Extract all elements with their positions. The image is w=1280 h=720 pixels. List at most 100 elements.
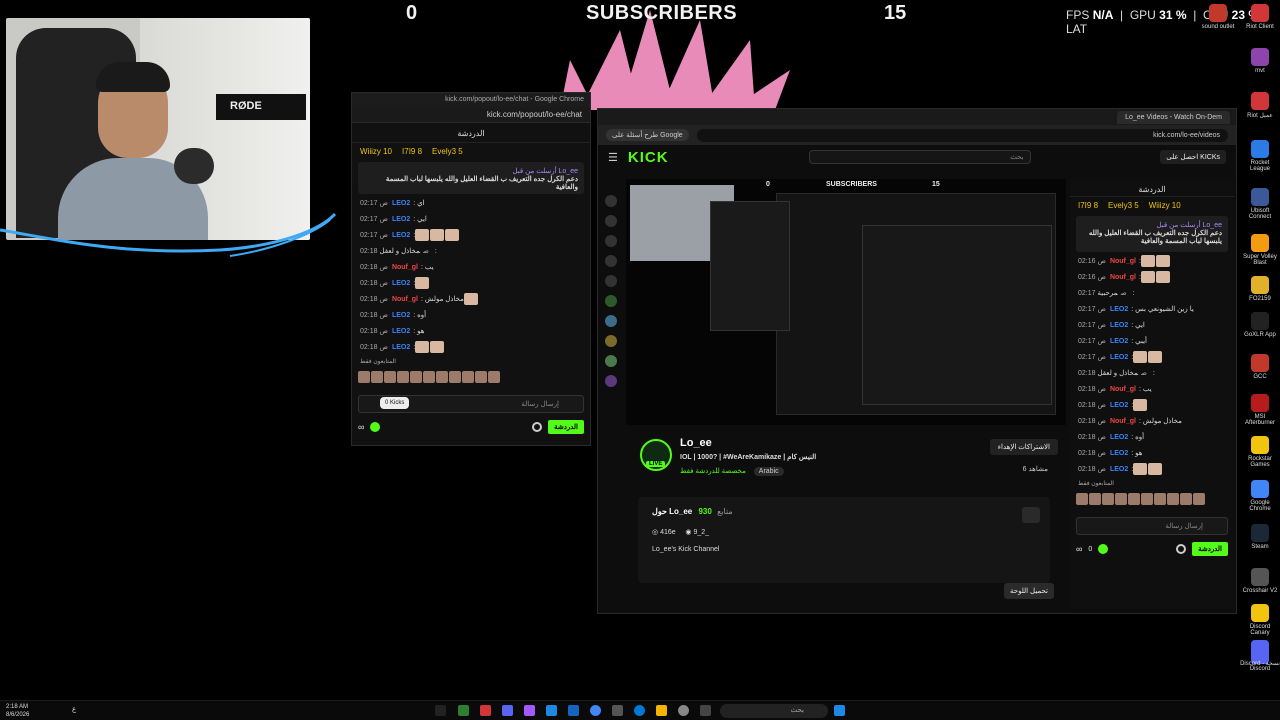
app-icon[interactable] bbox=[458, 705, 469, 716]
desktop-icon[interactable]: FO2159 bbox=[1240, 276, 1280, 302]
emote-bar[interactable] bbox=[1070, 489, 1234, 513]
streamer-name[interactable]: Lo_ee bbox=[680, 437, 712, 449]
follower-label: متابع bbox=[717, 507, 733, 516]
app-icon bbox=[1251, 568, 1269, 586]
edit-panels-button[interactable]: تحميل اللوحة bbox=[1004, 583, 1054, 599]
clock[interactable]: 2:18 AM 8/6/2026 bbox=[6, 703, 29, 719]
desktop-icon[interactable]: Riot Client bbox=[1240, 4, 1280, 30]
edge-icon[interactable] bbox=[634, 705, 645, 716]
kick-logo[interactable]: KICK bbox=[628, 149, 669, 166]
nested-browser bbox=[862, 225, 1052, 405]
infinity-icon[interactable]: ∞ bbox=[358, 422, 364, 432]
language-indicator[interactable]: ع bbox=[72, 705, 76, 713]
desktop-icon[interactable]: mvt bbox=[1240, 48, 1280, 74]
chat-message: 02:18 ص Nouf_gl: مخاذل مولش bbox=[1078, 418, 1182, 425]
edit-icon[interactable] bbox=[1022, 507, 1040, 523]
menu-icon[interactable]: ☰ bbox=[608, 151, 618, 164]
pinned-message[interactable]: أرسلت من قبل Lo_ee دعم الكرل جده التعريف… bbox=[1076, 216, 1228, 252]
start-icon[interactable] bbox=[834, 705, 845, 716]
chat-title: الدردشة bbox=[352, 123, 590, 143]
desktop-icon-label: sound outlet bbox=[1201, 24, 1235, 30]
rode-logo: RØDE bbox=[216, 94, 306, 120]
desktop-icon[interactable]: GCC bbox=[1240, 354, 1280, 380]
chat-message: 02:16 ص Nouf_gl: bbox=[1070, 270, 1234, 286]
desktop-icon[interactable]: Google Chrome bbox=[1240, 480, 1280, 512]
desktop-icon[interactable]: Crosshair V2 bbox=[1240, 568, 1280, 594]
channel-avatar[interactable] bbox=[605, 375, 617, 387]
desktop-icon[interactable]: Rocket League bbox=[1240, 140, 1280, 172]
chat-send-button[interactable]: الدردشة bbox=[548, 420, 584, 434]
taskview-icon[interactable] bbox=[435, 705, 446, 716]
discord-icon[interactable] bbox=[502, 705, 513, 716]
app-icon[interactable] bbox=[568, 705, 579, 716]
browser-window[interactable]: Lo_ee Videos - Watch On-Dem طرح أسئلة عل… bbox=[597, 108, 1237, 614]
top-gifters: Wiiizy 10 I7I9 8 Evely3 5 bbox=[360, 147, 463, 156]
chrome-icon[interactable] bbox=[590, 705, 601, 716]
desktop-icon[interactable]: Ubisoft Connect bbox=[1240, 188, 1280, 220]
kick-coin-icon[interactable] bbox=[370, 422, 381, 432]
desktop-icon[interactable]: Riot عميل bbox=[1240, 92, 1280, 119]
app-icon bbox=[1251, 354, 1269, 372]
discord-handle[interactable]: 9_2_ bbox=[693, 529, 709, 536]
desktop-icon-label: GoXLR App bbox=[1244, 332, 1276, 338]
chat-send-button[interactable]: الدردشة bbox=[1192, 542, 1228, 556]
emote-label: المتابعون فقط bbox=[360, 359, 396, 365]
chat-message: 02:17 ص LEO2: ايي bbox=[1078, 322, 1145, 329]
pinned-message[interactable]: أرسلت من قبل Lo_ee دعم الكرل جده التعريف… bbox=[358, 162, 584, 194]
follower-count: 930 bbox=[698, 507, 712, 516]
home-icon[interactable] bbox=[605, 195, 617, 207]
tab-lo-ee-videos[interactable]: Lo_ee Videos - Watch On-Dem bbox=[1117, 110, 1230, 124]
language-tag[interactable]: Arabic bbox=[753, 467, 784, 476]
infinity-icon[interactable]: ∞ bbox=[1076, 544, 1082, 554]
about-heading: حول Lo_ee bbox=[652, 507, 693, 516]
channel-avatar[interactable] bbox=[605, 295, 617, 307]
viewer-count: 6 مشاهد bbox=[1022, 466, 1048, 473]
app-icon[interactable] bbox=[612, 705, 623, 716]
desktop-icon[interactable]: Discord Canary bbox=[1240, 604, 1280, 636]
desktop-icon-label: Riot Client bbox=[1246, 24, 1274, 30]
clips-icon[interactable] bbox=[605, 255, 617, 267]
gear-icon[interactable] bbox=[1176, 544, 1187, 554]
subscriber-right-count: 15 bbox=[884, 2, 907, 24]
channel-avatar[interactable] bbox=[605, 335, 617, 347]
desktop-icon[interactable]: Super Volley Blast bbox=[1240, 234, 1280, 266]
address-bar[interactable]: kick.com/lo-ee/videos bbox=[696, 128, 1228, 142]
window-titlebar[interactable]: kick.com/popout/lo-ee/chat - Google Chro… bbox=[352, 93, 590, 107]
channel-avatar[interactable] bbox=[605, 315, 617, 327]
folder-icon[interactable] bbox=[656, 705, 667, 716]
gift-subs-button[interactable]: الاشتراكات الإهداء bbox=[989, 439, 1058, 455]
chat-message: 02:17 صLEO2: bbox=[352, 228, 590, 244]
settings-icon[interactable] bbox=[678, 705, 689, 716]
address-bar[interactable]: kick.com/popout/lo-ee/chat bbox=[352, 107, 590, 123]
instagram-handle[interactable]: 416e bbox=[660, 529, 676, 536]
desktop-icon[interactable]: MSI Afterburner bbox=[1240, 394, 1280, 426]
channel-avatar[interactable] bbox=[605, 355, 617, 367]
browse-icon[interactable] bbox=[605, 215, 617, 227]
google-question-chip[interactable]: طرح أسئلة على Google bbox=[606, 129, 689, 141]
app-icon[interactable] bbox=[546, 705, 557, 716]
microphone bbox=[174, 148, 214, 184]
video-player[interactable]: 0 SUBSCRIBERS 15 bbox=[626, 179, 1066, 425]
desktop-icon-label: FO2159 bbox=[1249, 296, 1271, 302]
riot-icon[interactable] bbox=[480, 705, 491, 716]
app-icon[interactable] bbox=[700, 705, 711, 716]
tab-strip: Lo_ee Videos - Watch On-Dem bbox=[598, 109, 1236, 125]
chat-input[interactable]: إرسال رسالة bbox=[1076, 517, 1228, 535]
app-icon bbox=[1251, 4, 1269, 22]
desktop-icon[interactable]: sound outlet bbox=[1198, 4, 1238, 30]
heart-icon[interactable] bbox=[605, 275, 617, 287]
app-icon bbox=[1251, 140, 1269, 158]
kick-coin-icon[interactable] bbox=[1098, 544, 1109, 554]
following-icon[interactable] bbox=[605, 235, 617, 247]
gear-icon[interactable] bbox=[532, 422, 543, 432]
desktop-icon[interactable]: Discord - نسخة bbox=[1240, 640, 1280, 667]
search-input[interactable]: بحث bbox=[808, 150, 1031, 164]
taskbar-search[interactable]: بحث bbox=[720, 704, 828, 718]
desktop-icon[interactable]: GoXLR App bbox=[1240, 312, 1280, 338]
desktop-icon[interactable]: Rockstar Games bbox=[1240, 436, 1280, 468]
get-kicks-button[interactable]: احصل على KICKs bbox=[1160, 150, 1226, 164]
popout-chat-window[interactable]: kick.com/popout/lo-ee/chat - Google Chro… bbox=[351, 92, 591, 446]
desktop-icon[interactable]: Steam bbox=[1240, 524, 1280, 550]
app-icon[interactable] bbox=[524, 705, 535, 716]
emote-bar[interactable] bbox=[352, 367, 590, 391]
